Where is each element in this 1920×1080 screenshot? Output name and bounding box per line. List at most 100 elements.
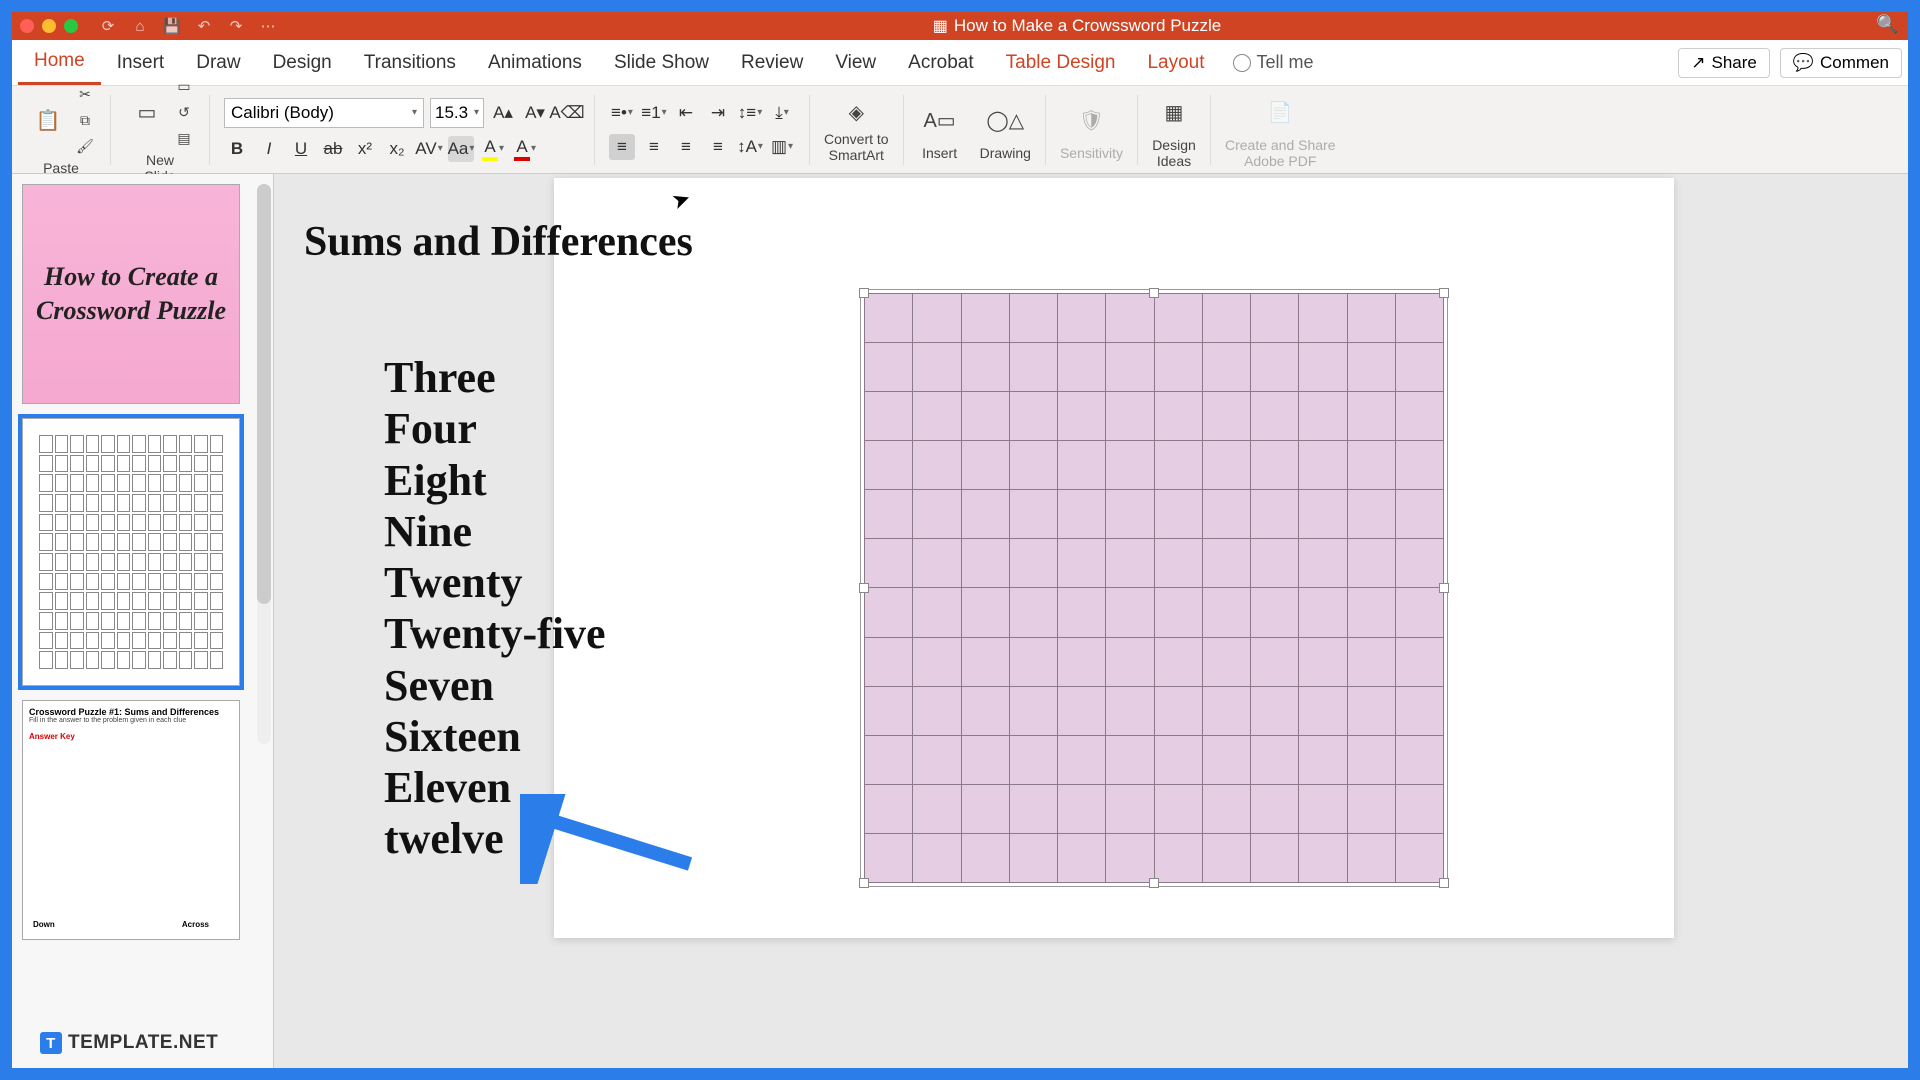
thumb1-title: How to Create a Crossword Puzzle [33,260,229,328]
resize-handle-tl[interactable] [859,288,869,298]
tab-acrobat[interactable]: Acrobat [892,42,989,84]
slide-thumbnail-panel: How to Create a Crossword Puzzle [12,174,274,1068]
tab-layout[interactable]: Layout [1131,42,1220,84]
decrease-font-icon[interactable]: A▾ [522,100,548,126]
format-painter-icon[interactable]: 🖌 [74,136,96,158]
decrease-indent-button[interactable]: ⇤ [673,100,699,126]
resize-handle-ml[interactable] [859,583,869,593]
resize-handle-mr[interactable] [1439,583,1449,593]
tab-home[interactable]: Home [18,40,101,85]
adobe-label: Create and Share Adobe PDF [1225,137,1336,169]
comments-button[interactable]: 💬 Commen [1780,48,1902,78]
resize-handle-bl[interactable] [859,878,869,888]
slide-thumbnail-2[interactable] [22,418,240,686]
font-name-select[interactable]: Calibri (Body) ▾ [224,98,424,128]
paste-icon[interactable]: 📋 [26,99,70,143]
slide-title[interactable]: Sums and Differences [304,218,693,266]
sensitivity-icon[interactable]: 🛡 [1069,99,1113,143]
align-right-button[interactable]: ≡ [673,134,699,160]
section-dropdown[interactable]: ▤ [173,128,195,150]
font-color-button[interactable]: A [512,136,538,162]
adobe-pdf-icon[interactable]: 📄 [1258,91,1302,135]
qat-more-icon[interactable]: ⋯ [258,16,278,36]
annotation-arrow [520,794,720,884]
sensitivity-group: 🛡 Sensitivity [1054,90,1129,170]
increase-font-icon[interactable]: A▴ [490,100,516,126]
tab-review[interactable]: Review [725,42,819,84]
slide-canvas[interactable]: Sums and Differences Three Four Eight Ni… [554,178,1674,938]
clear-formatting-icon[interactable]: A⌫ [554,100,580,126]
tab-animations[interactable]: Animations [472,42,598,84]
tab-table-design[interactable]: Table Design [990,42,1132,84]
tab-transitions[interactable]: Transitions [348,42,472,84]
numbering-button[interactable]: ≡1 [641,100,667,126]
copy-icon[interactable]: ⧉ [74,110,96,132]
resize-handle-tm[interactable] [1149,288,1159,298]
resize-handle-bm[interactable] [1149,878,1159,888]
share-button[interactable]: ↗ Share [1678,48,1770,78]
underline-button[interactable]: U [288,136,314,162]
italic-button[interactable]: I [256,136,282,162]
tab-slideshow[interactable]: Slide Show [598,42,725,84]
close-window-button[interactable] [20,19,34,33]
autosave-icon[interactable]: ⟳ [98,16,118,36]
superscript-button[interactable]: x² [352,136,378,162]
crossword-table-selected[interactable] [864,293,1444,883]
titlebar: ⟳ ⌂ 💾 ↶ ↷ ⋯ ▦ How to Make a Crowssword P… [12,12,1908,40]
line-spacing-button[interactable]: ↕≡ [737,100,763,126]
search-icon[interactable]: 🔍 [1876,14,1900,38]
save-icon[interactable]: 💾 [162,16,182,36]
layout-dropdown[interactable]: ▭ [173,76,195,98]
slide-thumbnail-3[interactable]: Crossword Puzzle #1: Sums and Difference… [22,700,240,940]
selection-border [860,289,1448,887]
insert-label: Insert [922,145,957,161]
bullets-button[interactable]: ≡• [609,100,635,126]
tab-view[interactable]: View [819,42,892,84]
textbox-icon[interactable]: A▭ [918,99,962,143]
smartart-label: Convert to SmartArt [824,131,889,163]
home-icon[interactable]: ⌂ [130,16,150,36]
thumb3-down: Down [33,920,55,929]
thumbnail-scrollbar[interactable] [257,184,271,744]
smartart-group: ◈ Convert to SmartArt [818,90,895,170]
resize-handle-tr[interactable] [1439,288,1449,298]
subscript-button[interactable]: x₂ [384,136,410,162]
align-center-button[interactable]: ≡ [641,134,667,160]
bold-button[interactable]: B [224,136,250,162]
change-case-button[interactable]: Aa [448,136,474,162]
resize-handle-br[interactable] [1439,878,1449,888]
align-text-button[interactable]: ↕A [737,134,763,160]
strikethrough-button[interactable]: ab [320,136,346,162]
tab-design[interactable]: Design [257,42,348,84]
smartart-icon[interactable]: ◈ [840,97,872,129]
reset-dropdown[interactable]: ↺ [173,102,195,124]
maximize-window-button[interactable] [64,19,78,33]
adobe-group: 📄 Create and Share Adobe PDF [1219,90,1342,170]
comment-icon: 💬 [1793,53,1814,73]
undo-icon[interactable]: ↶ [194,16,214,36]
word-item: Twenty-five [384,609,606,658]
shapes-icon[interactable]: ◯△ [983,99,1027,143]
scrollbar-thumb[interactable] [257,184,271,604]
justify-button[interactable]: ≡ [705,134,731,160]
font-group: Calibri (Body) ▾ 15.3 ▾ A▴ A▾ A⌫ B I U a… [218,90,586,170]
drawing-label: Drawing [980,145,1031,161]
word-list[interactable]: Three Four Eight Nine Twenty Twenty-five… [384,353,606,866]
minimize-window-button[interactable] [42,19,56,33]
columns-button[interactable]: ▥ [769,134,795,160]
increase-indent-button[interactable]: ⇥ [705,100,731,126]
design-ideas-icon[interactable]: ▦ [1152,91,1196,135]
slide-thumbnail-1[interactable]: How to Create a Crossword Puzzle [22,184,240,404]
cut-icon[interactable]: ✂ [74,84,96,106]
thumb3-answer-key: Answer Key [29,732,233,741]
char-spacing-button[interactable]: AV [416,136,442,162]
tell-me-search[interactable]: Tell me [1233,52,1314,73]
thumb2-grid [37,433,225,671]
new-slide-icon[interactable]: ▭ [125,91,169,135]
text-direction-button[interactable]: ⤓ [769,100,795,126]
align-left-button[interactable]: ≡ [609,134,635,160]
highlight-color-button[interactable]: A [480,136,506,162]
drawing-group: ◯△ Drawing [974,90,1037,170]
font-size-select[interactable]: 15.3 ▾ [430,98,484,128]
redo-icon[interactable]: ↷ [226,16,246,36]
